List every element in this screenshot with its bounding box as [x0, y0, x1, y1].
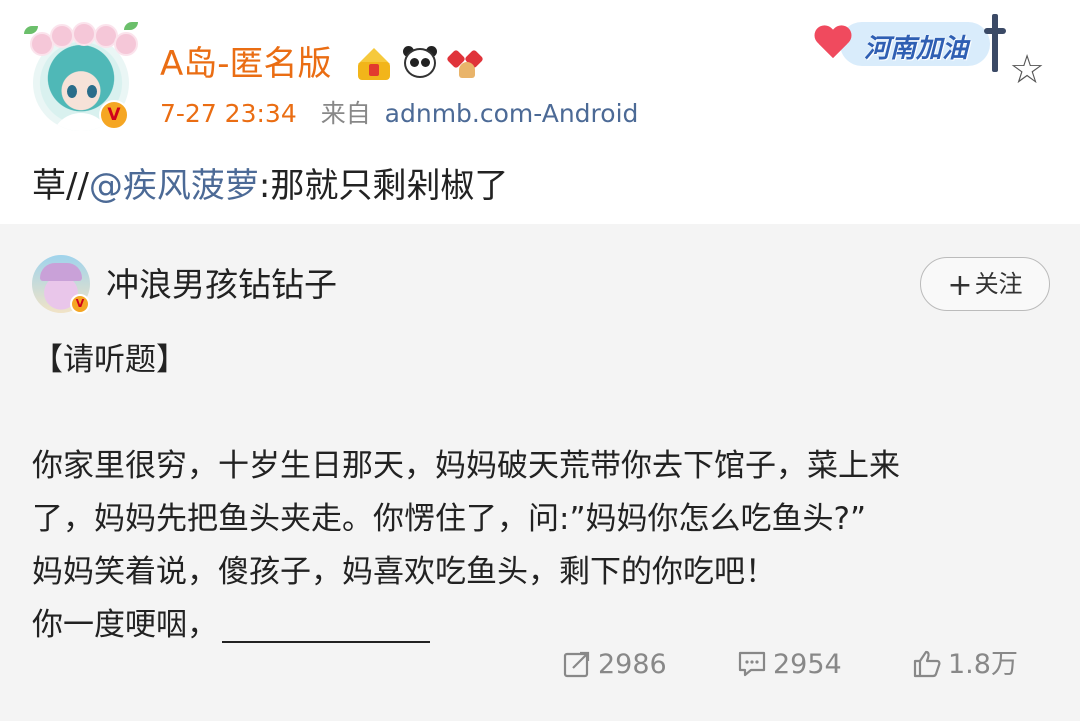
comment-icon	[738, 651, 766, 677]
repost-count: 2986	[598, 649, 667, 680]
follow-button[interactable]: +关注	[920, 257, 1050, 311]
retweet-last-text: 你一度哽咽，	[32, 607, 218, 643]
retweet-line: 【请听题】	[32, 342, 187, 378]
panda-icon[interactable]	[401, 44, 439, 82]
action-bar: 2986 2954 1.8万	[0, 640, 1080, 690]
follow-button-label: 关注	[974, 270, 1023, 298]
author-name[interactable]: A岛-匿名版	[160, 40, 332, 88]
post-text-rest: :那就只剩剁椒了	[258, 166, 509, 206]
retweet-line: 妈妈笑着说，傻孩子，妈喜欢吃鱼头，剩下的你吃吧！	[32, 554, 776, 590]
retweet-author-name[interactable]: 冲浪男孩钻钻子	[106, 262, 337, 308]
verified-badge-icon: V	[99, 100, 129, 130]
like-icon	[913, 650, 941, 678]
post-time: 7-27 23:34	[160, 99, 297, 128]
plus-icon: +	[947, 268, 973, 303]
crown-badge-icon[interactable]	[355, 44, 393, 82]
post-meta: 7-27 23:34 来自 adnmb.com-Android	[160, 96, 638, 132]
like-count: 1.8万	[948, 649, 1018, 680]
retweet-line: 了，妈妈先把鱼头夹走。你愣住了，问:”妈妈你怎么吃鱼头?”	[32, 501, 867, 537]
comment-button[interactable]: 2954	[737, 640, 842, 690]
fill-in-blank	[222, 601, 430, 643]
topic-badge[interactable]: 河南加油	[820, 8, 1010, 78]
post-text: 草//@疾风菠萝:那就只剩剁椒了	[32, 160, 508, 212]
star-icon[interactable]: ☆	[1005, 48, 1049, 92]
flower-crown-decoration	[24, 22, 138, 66]
heart-icon	[822, 26, 860, 64]
post-header: V A岛-匿名版 7-27 23:34 来自 adnmb.com-Android…	[0, 0, 1080, 150]
avatar-eye	[87, 85, 97, 98]
bow-bell-icon[interactable]	[446, 44, 485, 82]
retweet-body: 【请听题】 你家里很穷，十岁生日那天，妈妈破天荒带你去下馆子，菜上来 了，妈妈先…	[32, 334, 1042, 652]
verified-badge-icon: V	[70, 294, 90, 314]
retweet-blank-line	[32, 387, 1042, 440]
like-button[interactable]: 1.8万	[912, 640, 1018, 690]
avatar-eye	[67, 85, 77, 98]
topic-badge-text: 河南加油	[864, 34, 969, 64]
retweet-card[interactable]: V 冲浪男孩钻钻子 +关注 【请听题】 你家里很穷，十岁生日那天，妈妈破天荒带你…	[0, 224, 1080, 721]
mention-link[interactable]: @疾风菠萝	[89, 166, 259, 206]
repost-icon	[563, 651, 590, 678]
retweet-line: 你家里很穷，十岁生日那天，妈妈破天荒带你去下馆子，菜上来	[32, 448, 900, 484]
comment-count: 2954	[773, 649, 842, 680]
tower-icon	[992, 14, 998, 72]
post-source[interactable]: adnmb.com-Android	[385, 99, 639, 128]
post-text-prefix: 草//	[32, 166, 89, 206]
repost-button[interactable]: 2986	[562, 640, 667, 690]
from-label: 来自	[320, 99, 371, 128]
